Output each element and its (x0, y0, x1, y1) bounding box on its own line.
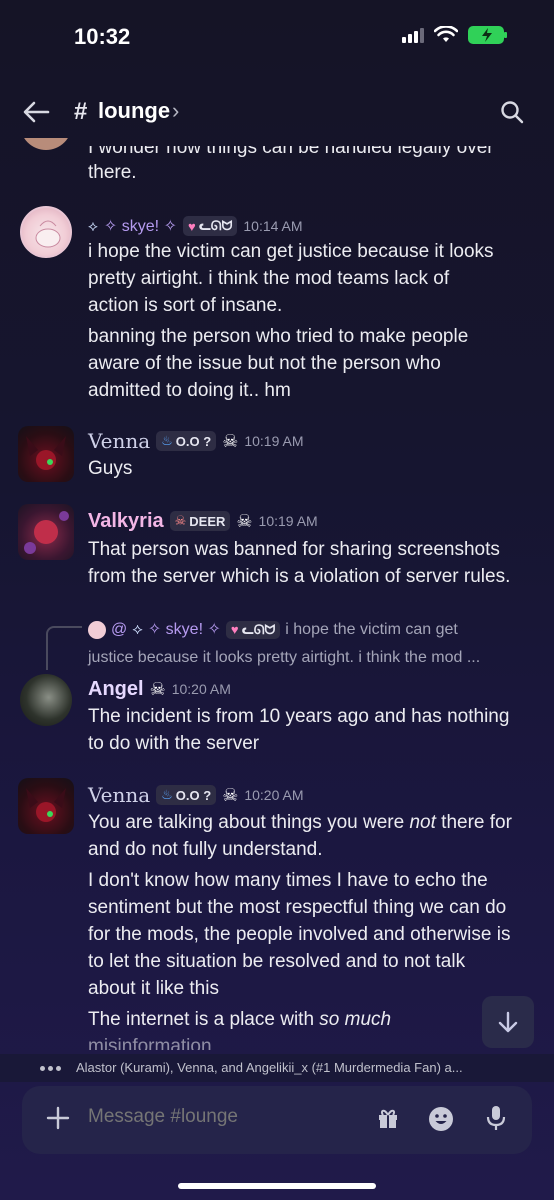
skull-icon: ☠ (149, 678, 166, 699)
signal-icon (402, 27, 424, 43)
reply-reference[interactable]: @ ⟡ ✧ skye! ✧ ♥ ᓚᘏᗢ i hope the victim can… (88, 618, 458, 642)
status-icons (402, 26, 507, 44)
guild-tag[interactable]: ♥ ᓚᘏᗢ (182, 216, 238, 236)
message-text: I wonder how things can be handled legal… (88, 138, 494, 158)
home-indicator[interactable] (178, 1183, 376, 1189)
message-text: Guys (88, 458, 133, 479)
message-text: misinformation (88, 1036, 212, 1050)
username[interactable]: ✧ skye! ✧ (104, 216, 177, 236)
message-input[interactable] (88, 1106, 358, 1128)
skull-icon: ☠ (222, 430, 239, 451)
message-header: ⟡ ✧ skye! ✧ ♥ ᓚᘏᗢ 10:14 AM (88, 213, 303, 239)
message-text: pretty airtight. i think the mod teams l… (88, 268, 450, 289)
typing-text: Alastor (Kurami), Venna, and Angelikii_x… (76, 1060, 463, 1075)
flame-icon: ♨ (161, 433, 173, 448)
heart-icon: ♥ (230, 622, 239, 637)
message-text: i hope the victim can get justice becaus… (88, 241, 494, 262)
message-text: action is sort of insane. (88, 295, 283, 316)
wing-icon: ⟡ (88, 217, 98, 235)
emoji-icon[interactable] (428, 1106, 454, 1132)
message-header: Angel ☠ 10:20 AM (88, 676, 231, 702)
message-text: for the mods, the people involved and ot… (88, 924, 511, 945)
message-text: You are talking about things you were no… (88, 812, 512, 833)
avatar[interactable] (18, 778, 74, 834)
typing-indicator: Alastor (Kurami), Venna, and Angelikii_x… (0, 1054, 554, 1082)
typing-dots-icon (40, 1066, 61, 1071)
skull-badge-icon: ☠ (174, 513, 187, 528)
message-text: from the server which is a violation of … (88, 566, 511, 587)
message-header: Venna ♨ O.O ? ☠ 10:20 AM (88, 782, 303, 808)
message-header: Venna ♨ O.O ? ☠ 10:19 AM (88, 428, 303, 454)
reply-text[interactable]: justice because it looks pretty airtight… (88, 646, 480, 670)
status-time: 10:32 (74, 24, 131, 49)
avatar[interactable] (18, 504, 74, 560)
guild-tag[interactable]: ♨ O.O ? (156, 785, 217, 805)
guild-tag[interactable]: ♨ O.O ? (156, 431, 217, 451)
message-list[interactable]: I wonder how things can be handled legal… (0, 138, 554, 1050)
message-text: about it like this (88, 978, 219, 999)
timestamp: 10:19 AM (258, 513, 318, 529)
username[interactable]: Venna (88, 783, 150, 807)
avatar[interactable] (20, 674, 72, 726)
timestamp: 10:14 AM (243, 218, 303, 234)
plus-icon[interactable] (46, 1106, 70, 1130)
channel-name[interactable]: lounge (98, 98, 170, 124)
gift-icon[interactable] (376, 1106, 400, 1130)
chevron-right-icon[interactable]: › (172, 98, 179, 124)
message-text: aware of the issue but not the person wh… (88, 353, 441, 374)
message-text: I don't know how many times I have to ec… (88, 870, 488, 891)
channel-hash-icon: # (74, 98, 88, 125)
mic-icon[interactable] (486, 1104, 506, 1132)
channel-header: # lounge › (0, 88, 554, 138)
battery-icon (468, 26, 507, 44)
wing-icon: ⟡ (132, 621, 143, 638)
timestamp: 10:20 AM (171, 681, 231, 697)
reply-username: ✧ skye! ✧ (147, 621, 221, 638)
message-text: The incident is from 10 years ago and ha… (88, 706, 510, 727)
skull-icon: ☠ (236, 510, 253, 531)
avatar[interactable] (20, 138, 72, 150)
message-text: to let the situation be resolved and to … (88, 951, 466, 972)
search-icon[interactable] (500, 100, 524, 124)
flame-icon: ♨ (161, 787, 173, 802)
timestamp: 10:19 AM (244, 433, 304, 449)
message-text: banning the person who tried to make peo… (88, 326, 469, 347)
username[interactable]: Valkyria (88, 510, 164, 533)
status-bar: 10:32 (0, 0, 554, 80)
arrow-down-icon (498, 1011, 518, 1033)
message-text: The internet is a place with so much (88, 1009, 392, 1030)
guild-tag[interactable]: ☠ DEER (169, 511, 231, 531)
message-text: and do not fully understand. (88, 839, 323, 860)
skull-icon: ☠ (222, 784, 239, 805)
scroll-to-bottom-button[interactable] (482, 996, 534, 1048)
reply-connector (46, 626, 82, 670)
message-text: That person was banned for sharing scree… (88, 539, 500, 560)
message-header: Valkyria ☠ DEER ☠ 10:19 AM (88, 508, 318, 534)
heart-icon: ♥ (187, 218, 196, 234)
avatar[interactable] (20, 206, 72, 258)
message-text: to do with the server (88, 733, 260, 754)
guild-tag: ♥ ᓚᘏᗢ (225, 621, 281, 639)
message-composer (22, 1086, 532, 1154)
username[interactable]: Angel (88, 678, 144, 701)
timestamp: 10:20 AM (244, 787, 304, 803)
message-text: there. (88, 162, 137, 183)
message-text: sentiment but the most respectful thing … (88, 897, 507, 918)
avatar[interactable] (18, 426, 74, 482)
wifi-icon (434, 26, 458, 42)
username[interactable]: Venna (88, 429, 150, 453)
arrow-left-icon[interactable] (22, 100, 50, 124)
message-text: admitted to doing it.. hm (88, 380, 291, 401)
reply-avatar (88, 621, 106, 639)
